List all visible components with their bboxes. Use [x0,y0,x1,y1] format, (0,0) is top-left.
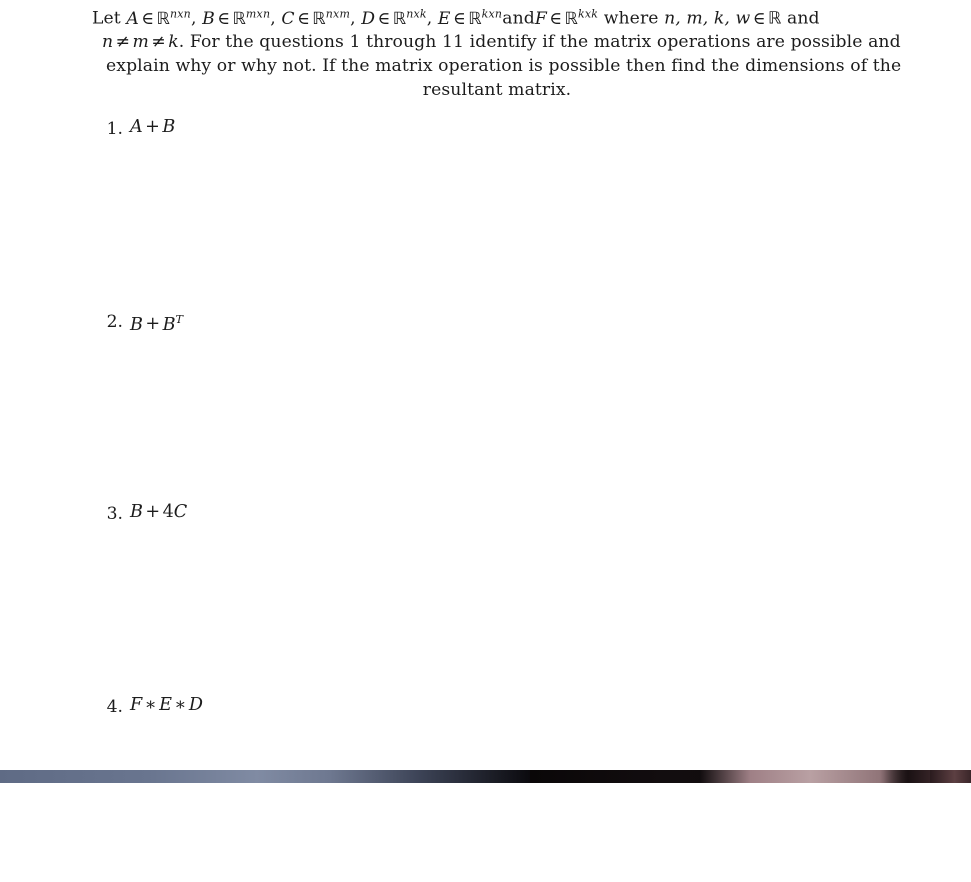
expr-4-operator-1: ∗ [142,695,159,715]
matrix-def-E: E∈ℝkxn [438,9,502,29]
strip-segment-dark-right [930,770,971,783]
question-item-3: 3. B+4C [92,497,912,690]
question-number-3: 3. [99,501,123,527]
matrix-symbol-C: C [281,9,294,29]
matrix-symbol-E: E [438,9,451,29]
neq-symbol-1: ≠ [113,32,132,52]
constraint-k: k [168,32,179,52]
sep-A: , [191,9,202,29]
where-text: where [604,9,664,29]
matrix-symbol-D: D [361,9,375,29]
sep-B: , [270,9,281,29]
in-symbol-B: ∈ [215,9,233,29]
expr-1-term-1: A [130,117,143,137]
in-symbol-D: ∈ [375,9,393,29]
expr-2-term-2: B [163,314,176,334]
statement-line-4: resultant matrix. [92,79,902,103]
matrix-symbol-A: A [126,9,139,29]
matrix-dim-E: kxn [482,7,503,20]
in-symbol-scalars: ∈ [750,9,768,29]
problem-statement: Let A∈ℝnxn, B∈ℝmxn, C∈ℝnxm, D∈ℝnxk, E∈ℝk… [92,2,902,102]
statement-line-3: explain why or why not. If the matrix op… [92,55,902,79]
expr-4-term-3: D [189,695,203,715]
question-expression-4: F∗E∗D [130,692,203,718]
expr-3-coefficient: 4 [163,502,174,522]
matrix-dim-B: mxn [246,7,270,20]
strip-segment-blue-gray [0,770,330,783]
matrix-def-D: D∈ℝnxk [361,9,427,29]
reals-symbol-D: ℝ [393,8,406,28]
sep-E: and [502,9,535,29]
question-item-4: 4. F∗E∗D [92,690,912,882]
matrix-def-C: C∈ℝnxm [281,9,350,29]
strip-segment-blue-fade [330,770,530,783]
reals-symbol-F: ℝ [565,8,578,28]
statement-let-prefix: Let [92,9,126,29]
in-symbol-A: ∈ [139,9,157,29]
question-expression-2: B+BT [130,307,183,338]
reals-symbol-A: ℝ [157,8,170,28]
matrix-dim-C: nxm [326,7,350,20]
matrix-dim-F: kxk [578,7,598,20]
question-item-1: 1. A+B [92,112,912,305]
expr-4-term-2: E [159,695,172,715]
reals-symbol-B: ℝ [232,8,245,28]
statement-line-2: n≠m≠k. For the questions 1 through 11 id… [92,31,902,55]
in-symbol-C: ∈ [295,9,313,29]
reals-symbol-E: ℝ [468,8,481,28]
scalar-list: n, m, k, w [664,9,750,29]
expr-3-operator-1: + [143,502,163,522]
background-window-strip[interactable] [0,770,971,783]
matrix-def-F: F∈ℝkxk [535,9,598,29]
in-symbol-E: ∈ [451,9,469,29]
matrix-dim-A: nxn [170,7,191,20]
question-expression-1: A+B [130,114,175,140]
expr-1-term-2: B [162,117,175,137]
question-list: 1. A+B 2. B+BT 3. B+4C 4. F∗E∗D [92,112,912,882]
neq-symbol-2: ≠ [149,32,168,52]
expr-2-term-1: B [130,314,143,334]
reals-symbol-C: ℝ [312,8,325,28]
matrix-def-B: B∈ℝmxn [202,9,270,29]
question-item-2: 2. B+BT [92,305,912,498]
scalars-tail: and [781,9,819,29]
sep-D: , [427,9,438,29]
matrix-dim-D: nxk [406,7,427,20]
expr-1-operator-1: + [143,117,163,137]
expr-4-term-1: F [130,695,142,715]
question-number-4: 4. [99,694,123,720]
matrix-symbol-F: F [535,9,547,29]
in-symbol-F: ∈ [547,9,565,29]
statement-line-1: Let A∈ℝnxn, B∈ℝmxn, C∈ℝnxm, D∈ℝnxk, E∈ℝk… [92,2,902,31]
question-number-1: 1. [99,116,123,142]
statement-line-2-text: . For the questions 1 through 11 identif… [179,32,901,52]
expr-3-term-2: C [174,502,187,522]
expr-2-operator-1: + [143,314,163,334]
question-expression-3: B+4C [130,499,187,525]
expr-3-term-1: B [130,502,143,522]
document-page: Let A∈ℝnxn, B∈ℝmxn, C∈ℝnxm, D∈ℝnxk, E∈ℝk… [0,0,971,770]
constraint-m: m [133,32,149,52]
question-number-2: 2. [99,309,123,335]
matrix-symbol-B: B [202,9,215,29]
reals-symbol-scalars: ℝ [768,8,781,28]
expr-2-transpose: T [176,313,184,326]
sep-C: , [350,9,361,29]
matrix-def-A: A∈ℝnxn [126,9,191,29]
constraint-n: n [102,32,113,52]
expr-4-operator-2: ∗ [172,695,189,715]
